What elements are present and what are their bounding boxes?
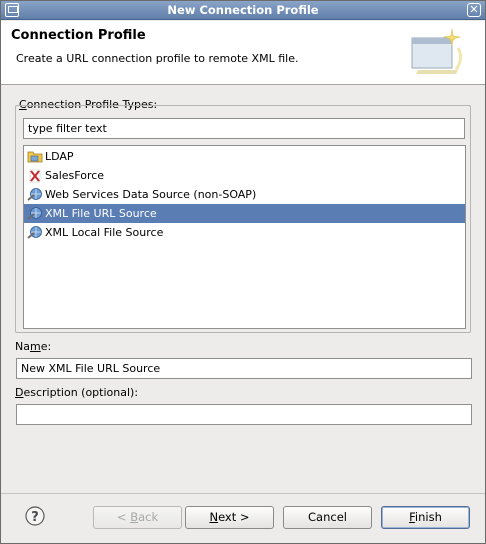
back-button[interactable]: < Back <box>93 506 182 529</box>
wizard-header: Connection Profile Create a URL connecti… <box>1 21 485 85</box>
ldap-folder-icon <box>27 151 43 163</box>
finish-button[interactable]: Finish <box>381 506 470 529</box>
window-title: New Connection Profile <box>167 3 319 17</box>
svg-text:?: ? <box>31 510 39 525</box>
list-item-salesforce[interactable]: SalesForce <box>24 166 465 185</box>
list-item-label: LDAP <box>45 150 74 163</box>
next-button[interactable]: Next > <box>185 506 274 529</box>
dialog-window: New Connection Profile ✕ Connection Prof… <box>0 0 486 544</box>
help-icon[interactable]: ? <box>25 506 45 526</box>
list-item-web-services[interactable]: Web Services Data Source (non-SOAP) <box>24 185 465 204</box>
description-label: Description (optional): <box>15 386 139 399</box>
web-services-icon <box>27 188 42 201</box>
list-item-label: XML File URL Source <box>45 207 157 220</box>
filter-input[interactable] <box>23 118 465 139</box>
list-item-label: XML Local File Source <box>45 226 164 239</box>
name-field[interactable] <box>16 358 472 379</box>
button-bar-separator <box>1 493 485 494</box>
title-bar[interactable]: New Connection Profile ✕ <box>1 1 485 20</box>
xml-local-icon <box>27 226 42 239</box>
list-item-label: SalesForce <box>45 169 105 182</box>
xml-url-icon <box>27 207 42 220</box>
list-item-xml-local-file[interactable]: XML Local File Source <box>24 223 465 242</box>
wizard-banner-icon <box>411 28 463 74</box>
page-title: Connection Profile <box>11 28 146 43</box>
profile-types-list[interactable]: LDAP SalesForce Web Services Data Source… <box>23 145 466 329</box>
list-item-xml-file-url[interactable]: XML File URL Source <box>24 204 465 223</box>
salesforce-icon <box>29 169 41 183</box>
cancel-button[interactable]: Cancel <box>283 506 372 529</box>
list-item-label: Web Services Data Source (non-SOAP) <box>45 188 257 201</box>
list-item-ldap[interactable]: LDAP <box>24 147 465 166</box>
description-field[interactable] <box>16 404 472 425</box>
name-label: Name: <box>15 340 52 353</box>
page-description: Create a URL connection profile to remot… <box>16 52 299 65</box>
close-button[interactable]: ✕ <box>467 3 481 17</box>
close-icon: ✕ <box>469 3 479 16</box>
